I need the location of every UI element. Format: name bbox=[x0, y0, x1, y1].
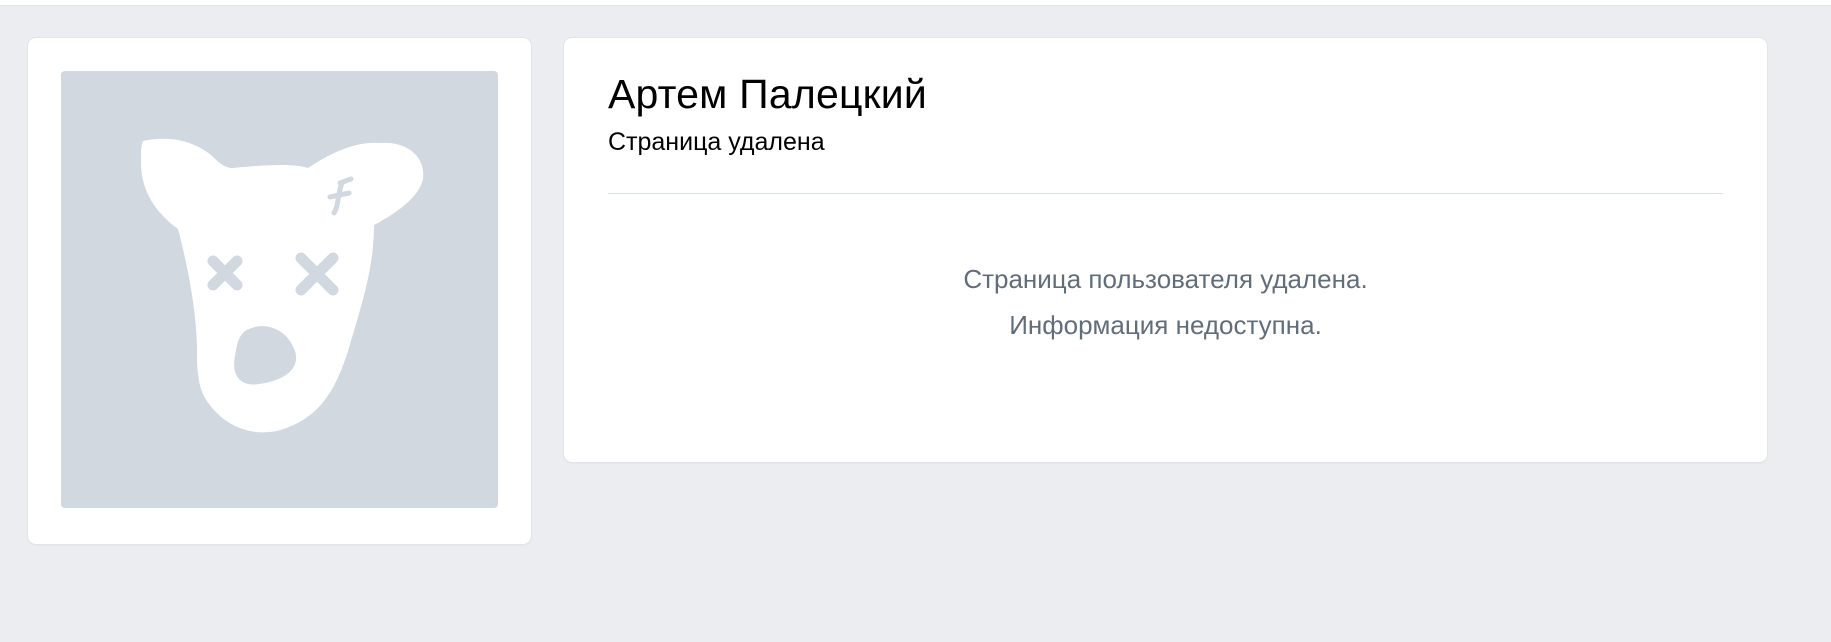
profile-avatar[interactable] bbox=[61, 71, 498, 508]
unavailable-message-line: Информация недоступна. bbox=[1009, 310, 1322, 340]
profile-card: Артем Палецкий Страница удалена Страница… bbox=[564, 38, 1767, 462]
divider bbox=[608, 193, 1723, 194]
profile-name: Артем Палецкий bbox=[608, 71, 927, 117]
deleted-page-message: Страница пользователя удалена. Информаци… bbox=[564, 256, 1767, 348]
top-header-bar bbox=[0, 0, 1831, 6]
deleted-message-line: Страница пользователя удалена. bbox=[963, 264, 1368, 294]
profile-status: Страница удалена bbox=[608, 128, 825, 156]
deactivated-dog-icon bbox=[141, 138, 424, 433]
avatar-card bbox=[28, 38, 531, 544]
